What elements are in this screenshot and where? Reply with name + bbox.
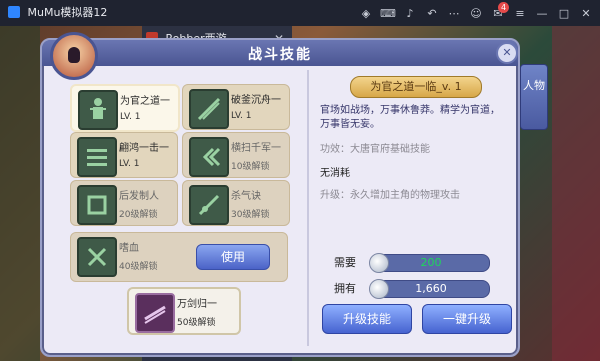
skill-tile-6[interactable]: 杀气诀 30级解锁 <box>182 180 290 226</box>
skill-name: 杀气诀 <box>231 191 261 202</box>
skill-sword-icon <box>189 89 229 129</box>
panel-title: 战斗技能 <box>248 47 312 63</box>
need-value: 200 <box>420 256 442 269</box>
emulator-titlebar: MuMu模拟器12 Robber西游 ✕ ◈ ⌨ ♪ ↶ ⋯ ☺ ✉ ≡ — □… <box>0 0 600 361</box>
skill-name: 横扫千军一 <box>231 143 281 154</box>
avatar[interactable] <box>50 32 98 80</box>
skill-level: LV. 1 <box>120 112 141 122</box>
detail-effect: 功效：大唐官府基础技能 <box>320 144 430 155</box>
avatar-hair-icon <box>68 47 80 63</box>
tab-character-label: 人物 <box>523 79 545 92</box>
skill-level: LV. 1 <box>119 159 140 169</box>
user-icon[interactable]: ☺ <box>468 7 484 20</box>
skill-name: 为官之道一 <box>120 96 170 107</box>
close-panel-button[interactable]: ✕ <box>496 42 518 64</box>
toolbar-icons: ◈ ⌨ ♪ ↶ ⋯ ☺ ✉ ≡ — □ ✕ <box>358 0 594 26</box>
special-skill-tile[interactable]: 万剑归一 50级解锁 <box>127 287 241 335</box>
skill-name: 后发制人 <box>119 191 159 202</box>
maximize-icon[interactable]: □ <box>556 7 572 20</box>
use-button[interactable]: 使用 <box>196 244 270 270</box>
left-sidebar-bg <box>0 26 40 361</box>
close-window-icon[interactable]: ✕ <box>578 7 594 20</box>
tab-mumu-label: MuMu模拟器12 <box>27 6 108 19</box>
skill-strike-icon <box>77 137 117 177</box>
have-bar: 1,660 <box>369 279 490 299</box>
need-label: 需要 <box>334 256 356 269</box>
have-label: 拥有 <box>334 282 356 295</box>
controller-icon[interactable]: ◈ <box>358 7 374 20</box>
detail-upgrade: 升级：永久增加主角的物理攻击 <box>320 190 460 201</box>
skill-name: 翩鸿一击一 <box>119 143 169 154</box>
skill-tile-4[interactable]: 横扫千军一 10级解锁 <box>182 132 290 178</box>
notification-badge: 4 <box>498 2 509 13</box>
skill-name: 嗜血 <box>119 243 139 254</box>
detail-title: 为官之道一临_v. 1 <box>350 76 482 98</box>
skill-scholar-icon <box>78 90 118 130</box>
skill-tile-2[interactable]: 破釜沉舟一 LV. 1 <box>182 84 290 130</box>
special-skill-unlock: 50级解锁 <box>177 318 216 328</box>
skill-thousand-swords-icon <box>135 293 175 333</box>
skill-sweep-icon <box>189 137 229 177</box>
skill-bloodlust-icon <box>77 237 117 277</box>
skill-killing-aura-icon <box>189 185 229 225</box>
skill-tile-3[interactable]: 翩鸿一击一 LV. 1 <box>70 132 178 178</box>
one-click-upgrade-button[interactable]: 一键升级 <box>422 304 512 334</box>
upgrade-skill-button[interactable]: 升级技能 <box>322 304 412 334</box>
skill-level: LV. 1 <box>231 111 252 121</box>
panel-header: 战斗技能 <box>42 40 518 66</box>
volume-icon[interactable]: ♪ <box>402 7 418 20</box>
detail-description: 官场如战场，万事休鲁莽。精学为官道，万事皆无妄。 <box>320 105 500 130</box>
detail-cost: 无消耗 <box>320 168 350 179</box>
menu-icon[interactable]: ≡ <box>512 7 528 20</box>
minimize-icon[interactable]: — <box>534 7 550 20</box>
skill-tile-5[interactable]: 后发制人 20级解锁 <box>70 180 178 226</box>
skill-unlock: 40级解锁 <box>119 262 158 272</box>
tab-mumu[interactable]: MuMu模拟器12 <box>4 0 142 26</box>
special-skill-name: 万剑归一 <box>177 299 217 310</box>
tab-character[interactable]: 人物 <box>520 64 548 130</box>
skill-counter-icon <box>77 185 117 225</box>
skill-name: 破釜沉舟一 <box>231 95 281 106</box>
skill-unlock: 30级解锁 <box>231 210 270 220</box>
mumu-logo-icon <box>8 6 20 18</box>
skill-unlock: 20级解锁 <box>119 210 158 220</box>
skill-unlock: 10级解锁 <box>231 162 270 172</box>
keyboard-icon[interactable]: ⌨ <box>380 7 396 20</box>
panel-divider <box>307 70 309 346</box>
need-bar: 200 <box>369 253 490 273</box>
right-sidebar-bg <box>552 26 600 361</box>
skill-tile-1[interactable]: 为官之道一 LV. 1 <box>70 84 180 132</box>
have-value: 1,660 <box>415 282 447 295</box>
more-icon[interactable]: ⋯ <box>446 7 462 20</box>
back-icon[interactable]: ↶ <box>424 7 440 20</box>
